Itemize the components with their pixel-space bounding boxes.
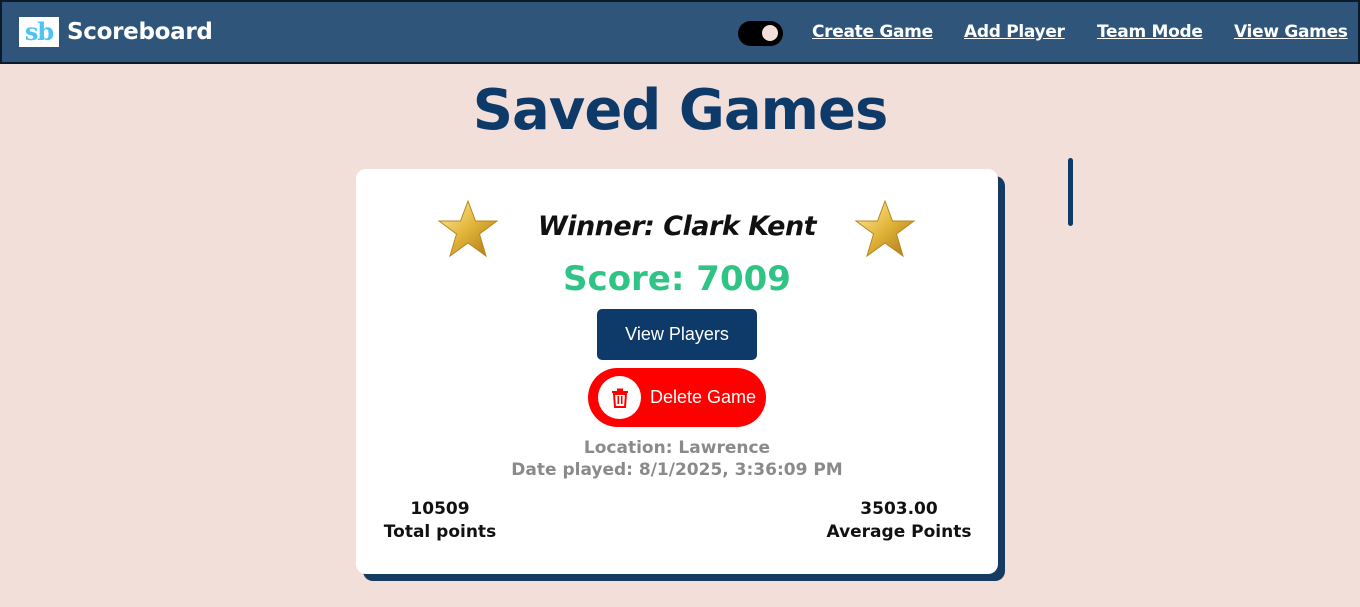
nav-link-team-mode[interactable]: Team Mode xyxy=(1097,22,1203,42)
page-title: Saved Games xyxy=(472,78,889,143)
brand[interactable]: sb Scoreboard xyxy=(19,17,213,47)
trash-icon-wrapper xyxy=(598,376,641,419)
score-label: Score: 7009 xyxy=(563,259,791,299)
average-points-label: Average Points xyxy=(826,522,972,542)
brand-title: Scoreboard xyxy=(67,19,213,45)
date-played-text: Date played: 8/1/2025, 3:36:09 PM xyxy=(511,460,843,480)
delete-game-label: Delete Game xyxy=(650,387,757,407)
total-points-label: Total points xyxy=(383,522,497,542)
scrollbar[interactable] xyxy=(1068,158,1073,226)
total-points-value: 10509 xyxy=(410,499,470,519)
delete-game-button[interactable]: Delete Game xyxy=(588,368,766,427)
average-points-value: 3503.00 xyxy=(860,499,938,519)
nav-link-view-games[interactable]: View Games xyxy=(1234,22,1348,42)
winner-label: Winner: Clark Kent xyxy=(537,211,817,242)
view-players-button[interactable]: View Players xyxy=(597,309,757,360)
location-text: Location: Lawrence xyxy=(583,438,771,458)
nav-link-add-player[interactable]: Add Player xyxy=(964,22,1065,42)
toggle-knob xyxy=(762,25,778,41)
trash-icon xyxy=(611,388,628,408)
navbar: sb Scoreboard Create Game Add Player Tea… xyxy=(0,0,1360,64)
logo: sb xyxy=(19,17,59,47)
view-players-label: View Players xyxy=(625,324,729,344)
theme-toggle[interactable] xyxy=(738,21,783,46)
game-card: Winner: Clark Kent Score: 7009 View Play… xyxy=(356,169,998,574)
nav-link-create-game[interactable]: Create Game xyxy=(812,22,933,42)
